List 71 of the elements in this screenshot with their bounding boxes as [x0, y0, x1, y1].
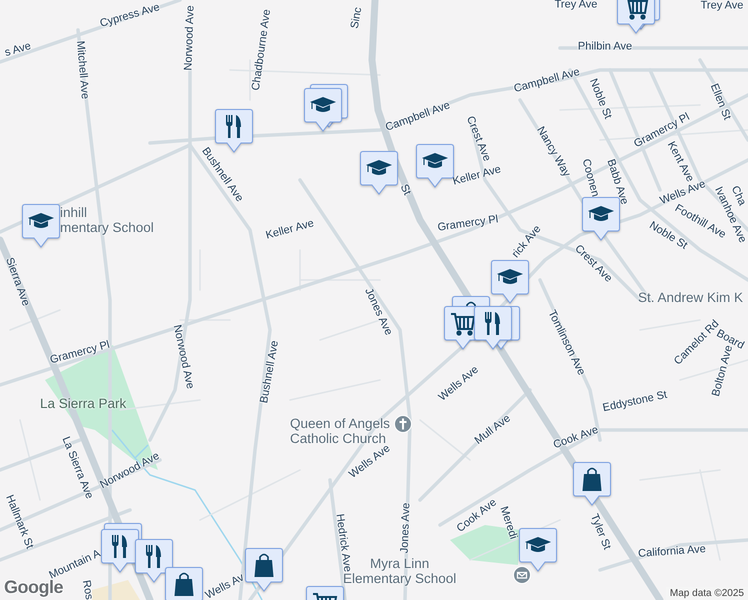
street-label: Mull Ave: [472, 412, 514, 448]
street-label: Coonen: [578, 158, 602, 198]
street-label: Sierra Ave: [2, 256, 32, 308]
street-label: Trey Ave: [700, 0, 744, 12]
graduation-cap-icon: [366, 160, 392, 175]
street-label: California Ave: [638, 543, 706, 561]
street-label: Chadbourne Ave: [250, 8, 274, 92]
map-marker[interactable]: [245, 548, 283, 592]
street-label: Jones Ave: [398, 502, 414, 554]
fork-knife-icon: [485, 312, 500, 335]
street-label: rick Ave: [510, 223, 544, 261]
street-label: Trey Ave: [554, 0, 598, 12]
graduation-cap-icon: [28, 213, 54, 228]
map-marker[interactable]: [360, 151, 398, 195]
place-label: Elementary School: [343, 571, 456, 586]
street-label: Norwood Ave: [182, 5, 198, 71]
street-label: Jones Ave: [361, 286, 395, 338]
shopping-bag-icon: [582, 468, 602, 491]
shopping-bag-icon: [254, 554, 274, 577]
street-label: Meredi: [496, 505, 520, 541]
place-label: inhill: [60, 205, 88, 220]
place-label: La Sierra Park: [40, 396, 126, 411]
graduation-cap-icon: [588, 206, 614, 221]
street-label: Babb Ave: [604, 158, 630, 206]
street-label: Gramercy Pl: [48, 338, 112, 368]
street-label: Hedrick Ave: [332, 513, 354, 573]
street-label: Cook Ave: [552, 424, 600, 452]
map-marker[interactable]: [491, 260, 529, 304]
shopping-cart-icon: [451, 313, 476, 336]
graduation-cap-icon: [422, 153, 448, 168]
shopping-bag-icon: [174, 572, 194, 596]
street-label: Keller Ave: [452, 163, 502, 189]
street-label: Noble St: [586, 77, 614, 121]
street-label: Wells Av: [204, 571, 246, 600]
map-marker[interactable]: [617, 0, 655, 34]
shopping-cart-icon: [313, 593, 338, 600]
street-label: Keller Ave: [264, 217, 316, 243]
cross-icon[interactable]: [394, 415, 412, 433]
map-marker[interactable]: [519, 528, 557, 572]
map-marker[interactable]: [165, 567, 203, 600]
street-label: La Sierra Ave: [58, 435, 96, 501]
street-label: Tyler St: [586, 512, 614, 552]
street-label: Norwood Ave: [170, 324, 196, 390]
place-label: Myra Linn: [370, 556, 430, 571]
fork-knife-icon: [146, 545, 161, 568]
street-label: Philbin Ave: [578, 40, 632, 54]
map-marker[interactable]: [22, 204, 60, 248]
envelope-icon[interactable]: [513, 566, 531, 584]
street-label: s Ave: [3, 40, 33, 60]
street-label: Gramercy Pl: [436, 213, 500, 235]
street-label: Ellen St: [706, 82, 734, 122]
street-label: Eddystone St: [602, 388, 668, 416]
graduation-cap-icon: [525, 537, 551, 552]
street-label: Bushnell Ave: [258, 340, 282, 404]
map-marker[interactable]: [474, 306, 512, 350]
street-label: Mitchell Ave: [72, 40, 92, 100]
map-logo: Google: [4, 577, 63, 598]
fork-knife-icon: [226, 115, 241, 138]
street-label: Cypress Ave: [98, 1, 162, 31]
map-marker[interactable]: [573, 462, 611, 506]
map-marker[interactable]: [416, 144, 454, 188]
place-label: St. Andrew Kim K: [638, 290, 744, 305]
street-label: Crest Ave: [463, 114, 493, 164]
street-label: St: [396, 182, 414, 198]
graduation-cap-icon: [497, 269, 523, 284]
fork-knife-icon: [112, 535, 127, 558]
place-label: mentary School: [60, 220, 154, 235]
map-marker[interactable]: [135, 539, 173, 583]
place-label: Queen of Angels: [290, 416, 390, 431]
street-label: Ros: [78, 579, 96, 600]
street-label: Sinc: [348, 6, 366, 30]
